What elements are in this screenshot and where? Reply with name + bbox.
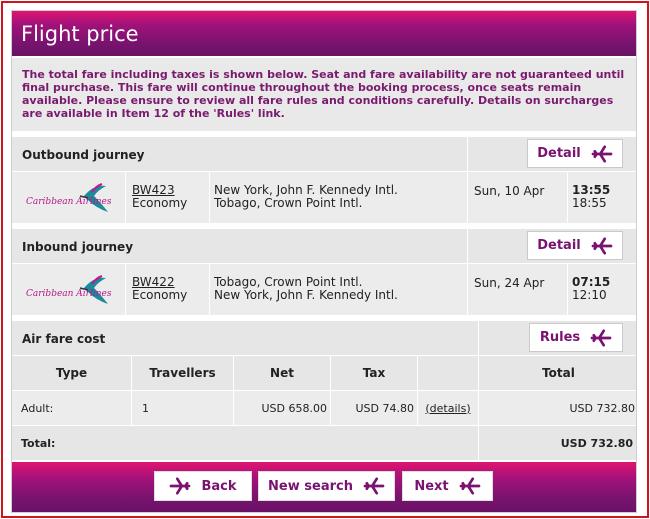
next-button[interactable]: Next: [402, 471, 493, 501]
plane-icon: [591, 236, 613, 255]
fare-travellers: 1: [131, 391, 233, 425]
inbound-header: Inbound journey Detail: [12, 229, 636, 263]
tax-details-link[interactable]: (details): [425, 402, 470, 415]
total-value: USD 732.80: [478, 426, 638, 460]
rules-button[interactable]: Rules: [529, 323, 623, 352]
page-frame: Flight price The total fare including ta…: [1, 1, 649, 518]
back-button[interactable]: Back: [154, 471, 252, 501]
col-total: Total: [478, 356, 638, 390]
outbound-cabin: Economy: [132, 196, 188, 210]
outbound-header: Outbound journey Detail: [12, 137, 636, 171]
fare-tax: USD 74.80: [330, 391, 417, 425]
fare-total: USD 732.80: [478, 391, 638, 425]
inbound-arrive-time: 12:10: [572, 288, 607, 302]
new-search-label: New search: [268, 478, 353, 494]
back-label: Back: [201, 478, 237, 494]
airline-name: Caribbean Airlines: [26, 197, 112, 207]
outbound-detail-button[interactable]: Detail: [527, 139, 623, 168]
inbound-cabin: Economy: [132, 288, 188, 302]
total-label: Total:: [21, 436, 56, 450]
outbound-date: Sun, 10 Apr: [474, 184, 545, 198]
fare-table-header: Type Travellers Net Tax Total: [12, 356, 636, 390]
plane-icon: [591, 144, 613, 163]
fare-net: USD 658.00: [233, 391, 330, 425]
plane-icon: [590, 328, 612, 347]
booking-panel: Flight price The total fare including ta…: [11, 10, 637, 513]
airline-name: Caribbean Airlines: [26, 289, 112, 299]
footer-bar: Back New search Next: [12, 462, 636, 512]
table-row: Adult: 1 USD 658.00 USD 74.80 (details) …: [12, 391, 636, 425]
airline-logo: Caribbean Airlines: [12, 264, 125, 315]
outbound-title: Outbound journey: [22, 148, 145, 162]
page-title: Flight price: [12, 11, 636, 56]
rules-label: Rules: [539, 330, 581, 345]
inbound-date: Sun, 24 Apr: [474, 276, 545, 290]
plane-icon: [459, 477, 480, 495]
new-search-button[interactable]: New search: [258, 471, 395, 501]
outbound-destination: Tobago, Crown Point Intl.: [214, 196, 363, 210]
inbound-detail-button[interactable]: Detail: [527, 231, 623, 260]
next-label: Next: [414, 478, 449, 494]
fare-type: Adult:: [21, 401, 54, 415]
inbound-destination: New York, John F. Kennedy Intl.: [214, 288, 398, 302]
col-travellers: Travellers: [131, 356, 233, 390]
inbound-flight-row: Caribbean Airlines BW422 Economy Tobago,…: [12, 264, 636, 315]
fare-header: Air fare cost Rules: [12, 321, 636, 355]
col-net: Net: [233, 356, 330, 390]
fare-intro-text: The total fare including taxes is shown …: [12, 58, 636, 131]
outbound-flight-row: Caribbean Airlines BW423 Economy New Yor…: [12, 172, 636, 223]
outbound-detail-label: Detail: [537, 146, 581, 161]
plane-icon: [363, 477, 385, 495]
outbound-arrive-time: 18:55: [572, 196, 607, 210]
col-type: Type: [55, 366, 88, 380]
fare-total-row: Total: USD 732.80: [12, 426, 636, 460]
fare-title: Air fare cost: [22, 332, 106, 346]
inbound-detail-label: Detail: [537, 238, 581, 253]
inbound-title: Inbound journey: [22, 240, 134, 254]
airline-logo: Caribbean Airlines: [12, 172, 125, 223]
col-tax: Tax: [330, 356, 417, 390]
plane-left-icon: [170, 477, 191, 495]
